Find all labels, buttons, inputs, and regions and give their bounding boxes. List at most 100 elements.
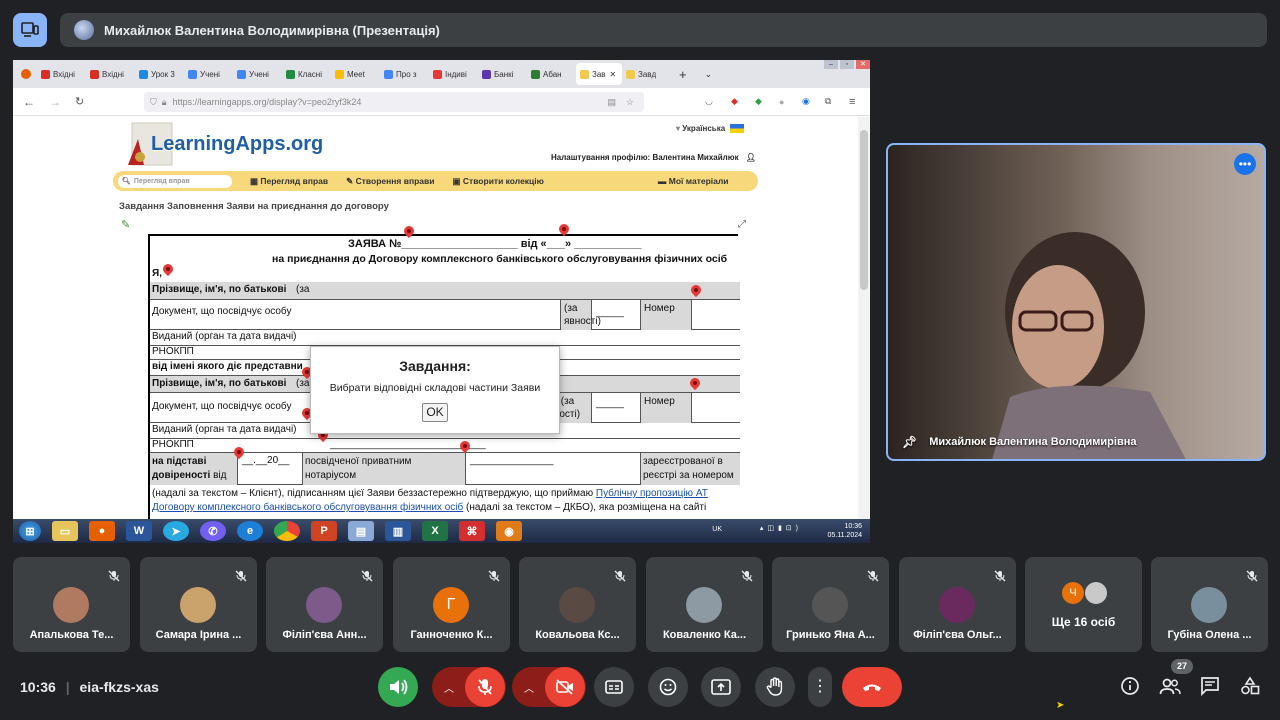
- browser-tab[interactable]: Абан: [527, 63, 576, 85]
- learningapps-logo[interactable]: LearningApps.org: [151, 133, 323, 156]
- page-scrollbar-thumb[interactable]: [860, 130, 868, 290]
- language-selector[interactable]: ▾ Українська: [676, 124, 745, 134]
- browser-tab[interactable]: Учені: [184, 63, 233, 85]
- browser-tab[interactable]: Завд: [622, 63, 671, 85]
- participant-name: Ковальова Кс...: [535, 629, 620, 641]
- viber-icon[interactable]: ✆: [200, 521, 226, 541]
- map-pin-icon[interactable]: [234, 447, 244, 461]
- firefox-taskbar-icon[interactable]: ●: [89, 521, 115, 541]
- help-icon[interactable]: ✎: [121, 218, 130, 231]
- close-window-icon[interactable]: ✕: [856, 60, 870, 69]
- browser-tab[interactable]: Meet: [331, 63, 380, 85]
- layout-toggle-button[interactable]: [13, 13, 47, 47]
- reader-view-icon[interactable]: ▤: [607, 97, 616, 108]
- participant-tile[interactable]: Філіп'єва Анн...: [266, 557, 383, 652]
- participant-tile[interactable]: Ковальова Кс...: [519, 557, 636, 652]
- menu-browse-exercises[interactable]: ▦ Перегляд вправ: [250, 176, 328, 187]
- excel-icon[interactable]: X: [422, 521, 448, 541]
- participant-tile[interactable]: Філіп'єва Ольг...: [899, 557, 1016, 652]
- back-icon[interactable]: ←: [23, 95, 35, 109]
- eye-app-icon[interactable]: ◉: [496, 521, 522, 541]
- meeting-details-icon[interactable]: [1119, 675, 1141, 697]
- powerpoint-icon[interactable]: P: [311, 521, 337, 541]
- browser-tab[interactable]: Вхідні: [37, 63, 86, 85]
- audio-output-button[interactable]: [378, 667, 418, 707]
- leave-call-button[interactable]: [842, 667, 902, 707]
- explorer-icon[interactable]: ▭: [52, 521, 78, 541]
- fullscreen-icon[interactable]: ⤢: [738, 219, 746, 230]
- map-pin-icon[interactable]: [404, 226, 414, 240]
- mic-options-chevron-icon[interactable]: ︿: [444, 680, 454, 695]
- browser-tab[interactable]: Урок 3: [135, 63, 184, 85]
- map-pin-icon[interactable]: [460, 441, 470, 455]
- present-button[interactable]: [701, 667, 741, 707]
- browser-tab[interactable]: Учені: [233, 63, 282, 85]
- menu-create-exercise[interactable]: ✎ Створення вправи: [346, 176, 434, 187]
- public-offer-link[interactable]: Публічну пропозицію АТ: [596, 488, 708, 499]
- browser-tab[interactable]: Вхідні: [86, 63, 135, 85]
- map-pin-icon[interactable]: [690, 378, 700, 392]
- participant-tile[interactable]: Гринько Яна А...: [772, 557, 889, 652]
- tab-list-icon[interactable]: ⌄: [705, 69, 713, 80]
- camera-options-chevron-icon[interactable]: ︿: [524, 680, 534, 695]
- browser-tab[interactable]: Класні: [282, 63, 331, 85]
- activities-icon[interactable]: [1239, 675, 1261, 697]
- pdf-icon[interactable]: ⌘: [459, 521, 485, 541]
- forward-icon[interactable]: →: [49, 95, 61, 109]
- extension-red-icon[interactable]: ◆: [731, 96, 738, 107]
- exercise-search-input[interactable]: 🔍︎ Перегляд вправ: [118, 174, 232, 188]
- video-more-options-icon[interactable]: •••: [1234, 153, 1256, 175]
- minimize-icon[interactable]: –: [824, 60, 838, 69]
- browser-tab[interactable]: Про з: [380, 63, 429, 85]
- bookmark-star-icon[interactable]: ☆: [626, 97, 634, 108]
- edge-icon[interactable]: e: [237, 521, 263, 541]
- word-doc-icon[interactable]: ▥: [385, 521, 411, 541]
- more-participants-tile[interactable]: Ч Ще 16 осіб: [1025, 557, 1142, 652]
- participant-tile[interactable]: Г Ганноченко К...: [393, 557, 510, 652]
- presenter-video[interactable]: ••• 📌︎ Михайлюк Валентина Володимирівна: [886, 143, 1266, 461]
- notepad-icon[interactable]: ▤: [348, 521, 374, 541]
- participant-tile[interactable]: Самара Ірина ...: [140, 557, 257, 652]
- captions-button[interactable]: [594, 667, 634, 707]
- start-icon[interactable]: ⊞: [19, 521, 41, 541]
- camera-button[interactable]: [545, 667, 585, 707]
- presenter-bar: Михайлюк Валентина Володимирівна (Презен…: [60, 13, 1267, 47]
- extension-blue-icon[interactable]: ◉: [802, 96, 810, 107]
- chat-icon[interactable]: [1199, 675, 1221, 697]
- browser-tab[interactable]: Банкі: [478, 63, 527, 85]
- extension-gray-icon[interactable]: ●: [779, 97, 784, 107]
- tray-icons[interactable]: ▴◫▮⊡): [760, 524, 802, 533]
- participant-tile[interactable]: Коваленко Ка...: [646, 557, 763, 652]
- dkbo-link[interactable]: Договору комплексного банківського обслу…: [152, 502, 463, 513]
- people-icon[interactable]: [1159, 675, 1181, 697]
- menu-create-collection[interactable]: ▣ Створити колекцію: [452, 176, 543, 187]
- telegram-icon[interactable]: ➤: [163, 521, 189, 541]
- browser-tab[interactable]: Індиві: [429, 63, 478, 85]
- profile-settings-link[interactable]: Налаштування профілю: Валентина Михайлюк…: [551, 153, 756, 162]
- chrome-icon[interactable]: [274, 521, 300, 541]
- more-options-button[interactable]: ⋮: [808, 667, 832, 707]
- participant-tile[interactable]: Апалькова Те...: [13, 557, 130, 652]
- menu-icon[interactable]: ≡: [849, 96, 855, 108]
- map-pin-icon[interactable]: [559, 224, 569, 238]
- maximize-icon[interactable]: ▫: [840, 60, 854, 69]
- participant-tile[interactable]: Губіна Олена ...: [1151, 557, 1268, 652]
- reload-icon[interactable]: ↻: [75, 95, 84, 108]
- ok-button[interactable]: OK: [422, 403, 448, 422]
- extension-shield-icon[interactable]: ◆: [755, 96, 762, 107]
- browser-tab[interactable]: Зав ✕: [576, 63, 622, 85]
- reactions-button[interactable]: [648, 667, 688, 707]
- new-tab-icon[interactable]: +: [679, 67, 687, 82]
- tab-close-icon[interactable]: ✕: [610, 70, 617, 79]
- pocket-icon[interactable]: ◡: [705, 96, 713, 107]
- map-pin-icon[interactable]: [691, 285, 701, 299]
- keyboard-lang[interactable]: UK: [712, 525, 722, 534]
- extensions-icon[interactable]: ⧉: [825, 96, 831, 107]
- word-icon[interactable]: W: [126, 521, 152, 541]
- microphone-button[interactable]: [465, 667, 505, 707]
- menu-my-materials[interactable]: ▬ Мої матеріали: [658, 176, 729, 186]
- url-bar[interactable]: ⛉ 🔒︎ https://learningapps.org/display?v=…: [144, 92, 644, 112]
- raise-hand-button[interactable]: [755, 667, 795, 707]
- map-pin-icon[interactable]: [163, 264, 173, 278]
- pin-icon[interactable]: 📌︎: [902, 435, 917, 449]
